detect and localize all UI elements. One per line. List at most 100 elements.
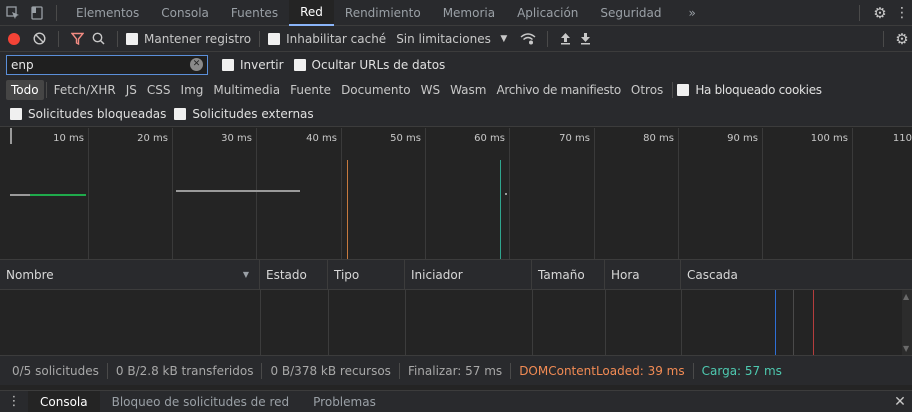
disable-cache-label: Inhabilitar caché xyxy=(286,31,387,46)
column-time[interactable]: Hora xyxy=(605,259,681,290)
filter-input[interactable]: enp ✕ xyxy=(6,54,208,75)
tab-consola[interactable]: Consola xyxy=(150,0,220,26)
drawer-tab-request-blocking[interactable]: Bloqueo de solicitudes de red xyxy=(100,391,302,412)
close-drawer-icon[interactable]: ✕ xyxy=(888,391,912,412)
scrollbar[interactable]: ▲ ▼ xyxy=(902,290,912,355)
tick-label: 50 ms xyxy=(390,133,421,144)
tick-label: 40 ms xyxy=(306,133,337,144)
blocked-requests-checkbox[interactable] xyxy=(10,108,22,120)
transferred-size: 0 B/2.8 kB transferidos xyxy=(115,363,254,378)
tick-line xyxy=(425,128,426,259)
sort-chevron-down-icon: ▼ xyxy=(242,269,249,279)
inspect-element-icon[interactable] xyxy=(0,0,26,26)
type-media[interactable]: Multimedia xyxy=(208,80,285,100)
waterfall-load-line xyxy=(813,290,814,355)
record-icon[interactable] xyxy=(0,26,28,52)
type-font[interactable]: Fuente xyxy=(285,80,336,100)
tick-label: 30 ms xyxy=(221,133,252,144)
invert-checkbox[interactable] xyxy=(222,58,234,71)
requests-table-header: Nombre ▼ Estado Tipo Iniciador Tamaño Ho… xyxy=(0,259,912,290)
tick-label: 90 ms xyxy=(727,133,758,144)
column-size[interactable]: Tamaño xyxy=(532,259,605,290)
drawer-menu-icon[interactable]: ⋮ xyxy=(0,391,28,412)
blocked-cookies-label: Ha bloqueado cookies xyxy=(695,82,822,97)
tab-fuentes[interactable]: Fuentes xyxy=(220,0,289,26)
tab-rendimiento[interactable]: Rendimiento xyxy=(334,0,432,26)
column-initiator[interactable]: Iniciador xyxy=(405,259,532,290)
network-toolbar: Mantener registro Inhabilitar caché Sin … xyxy=(0,26,912,52)
clear-filter-icon[interactable]: ✕ xyxy=(190,58,203,71)
blocked-cookies-checkbox[interactable] xyxy=(677,83,690,96)
tab-elementos[interactable]: Elementos xyxy=(65,0,150,26)
type-fetch-xhr[interactable]: Fetch/XHR xyxy=(49,80,121,100)
preserve-log-checkbox[interactable] xyxy=(126,32,138,45)
column-status[interactable]: Estado xyxy=(260,259,328,290)
type-all[interactable]: Todo xyxy=(6,79,44,100)
column-type-label: Tipo xyxy=(334,267,360,282)
export-har-icon[interactable] xyxy=(576,26,596,52)
type-wasm[interactable]: Wasm xyxy=(445,80,491,100)
tick-line xyxy=(594,128,595,259)
requests-table-body: ▲ ▼ xyxy=(0,290,912,355)
type-ws[interactable]: WS xyxy=(416,80,445,100)
tick-line xyxy=(678,128,679,259)
tick-label: 110 xyxy=(892,133,912,144)
waterfall-dom-loaded-line xyxy=(775,290,776,355)
tab-memoria[interactable]: Memoria xyxy=(432,0,506,26)
hide-data-urls-checkbox[interactable] xyxy=(293,58,306,71)
request-bar xyxy=(176,190,300,192)
tab-aplicacion[interactable]: Aplicación xyxy=(506,0,589,26)
drawer-tab-bar: ⋮ Consola Bloqueo de solicitudes de red … xyxy=(0,390,912,412)
overview-start-handle[interactable] xyxy=(10,128,12,144)
tick-label: 10 ms xyxy=(53,133,84,144)
request-bar xyxy=(30,194,86,196)
third-party-checkbox[interactable] xyxy=(174,108,187,120)
filter-icon[interactable] xyxy=(67,26,87,52)
throttling-select[interactable]: Sin limitaciones xyxy=(396,32,491,46)
network-overview-timeline[interactable]: 10 ms 20 ms 30 ms 40 ms 50 ms 60 ms 70 m… xyxy=(0,128,912,260)
clear-icon[interactable] xyxy=(28,26,50,52)
third-party-label: Solicitudes externas xyxy=(192,107,314,121)
tab-red[interactable]: Red xyxy=(289,0,334,26)
type-js[interactable]: JS xyxy=(121,80,142,100)
tick-label: 20 ms xyxy=(137,133,168,144)
type-css[interactable]: CSS xyxy=(142,80,176,100)
chevron-down-icon[interactable]: ▼ xyxy=(491,26,517,52)
more-tabs-button[interactable]: » xyxy=(672,0,711,26)
filter-input-value: enp xyxy=(11,57,34,72)
filter-row: enp ✕ Invertir Ocultar URLs de datos xyxy=(0,52,912,77)
invert-label: Invertir xyxy=(240,57,284,72)
column-name-label: Nombre xyxy=(6,267,54,282)
column-status-label: Estado xyxy=(266,267,307,282)
scroll-down-icon[interactable]: ▼ xyxy=(903,344,909,353)
type-doc[interactable]: Documento xyxy=(336,80,416,100)
drawer-tab-console[interactable]: Consola xyxy=(28,390,100,412)
devtools-tab-bar: Elementos Consola Fuentes Red Rendimient… xyxy=(0,0,912,26)
more-options-icon[interactable]: ⋮ xyxy=(892,0,912,26)
tick-label: 100 ms xyxy=(810,133,848,144)
network-settings-gear-icon[interactable]: ⚙ xyxy=(892,26,912,52)
column-waterfall[interactable]: Cascada xyxy=(681,260,912,290)
type-other[interactable]: Otros xyxy=(626,80,668,100)
request-bar xyxy=(10,194,30,196)
type-manifest[interactable]: Archivo de manifiesto xyxy=(491,80,625,100)
import-har-icon[interactable] xyxy=(556,26,576,52)
request-bar xyxy=(505,193,507,195)
tick-label: 60 ms xyxy=(474,133,505,144)
drawer-tab-issues[interactable]: Problemas xyxy=(301,391,388,412)
column-type[interactable]: Tipo xyxy=(328,259,405,290)
network-conditions-icon[interactable] xyxy=(517,26,539,52)
tick-line xyxy=(172,128,173,259)
tick-line xyxy=(762,128,763,259)
device-toolbar-icon[interactable] xyxy=(26,0,48,26)
scroll-up-icon[interactable]: ▲ xyxy=(903,292,909,301)
gear-icon[interactable]: ⚙ xyxy=(868,0,892,26)
type-img[interactable]: Img xyxy=(176,80,209,100)
hide-data-urls-label: Ocultar URLs de datos xyxy=(311,57,446,72)
waterfall-grid-line xyxy=(793,290,794,355)
search-icon[interactable] xyxy=(87,26,109,52)
tab-seguridad[interactable]: Seguridad xyxy=(589,0,672,26)
disable-cache-checkbox[interactable] xyxy=(268,32,281,45)
column-name[interactable]: Nombre ▼ xyxy=(0,259,260,290)
blocked-requests-row: Solicitudes bloqueadas Solicitudes exter… xyxy=(0,102,912,127)
